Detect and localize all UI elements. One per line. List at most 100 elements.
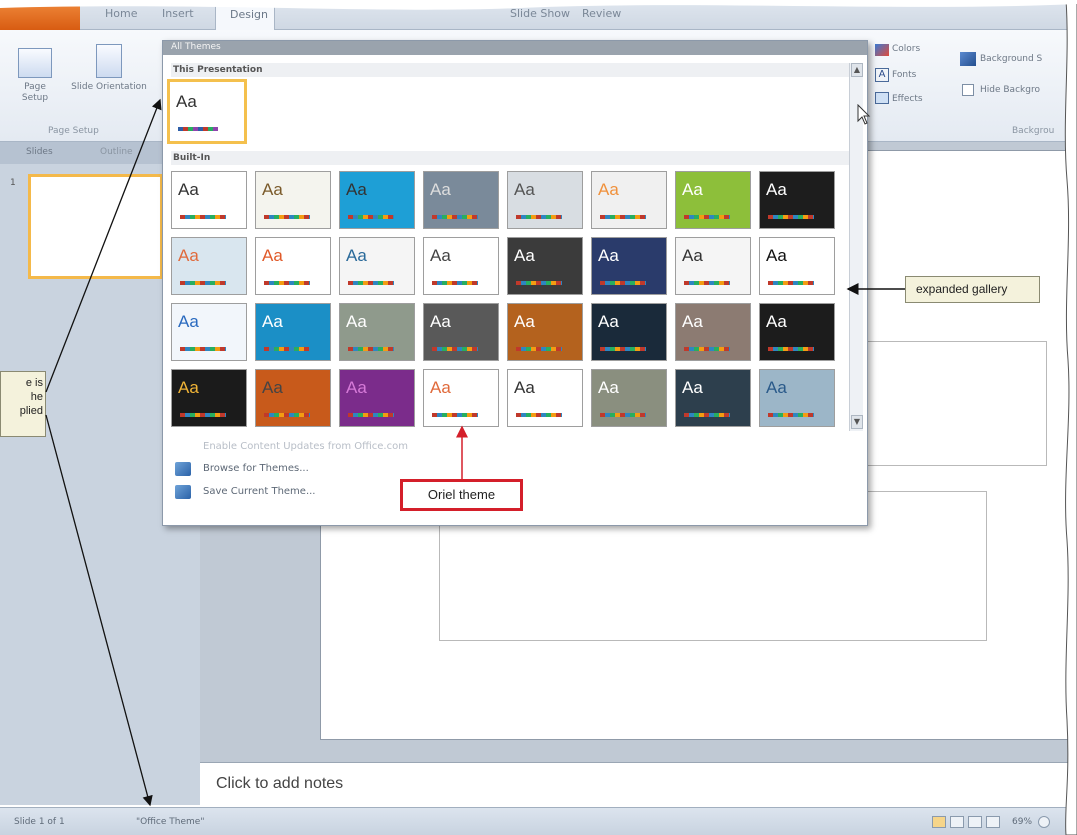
theme-color-dots [684,347,730,351]
theme-thumbnail[interactable]: Aa [675,171,751,229]
fonts-icon[interactable]: A [875,68,889,82]
theme-thumbnail[interactable]: Aa [339,369,415,427]
theme-thumbnail[interactable]: Aa [171,303,247,361]
torn-edge [1064,0,1077,835]
slide-number: 1 [10,178,16,188]
theme-thumbnail[interactable]: Aa [591,369,667,427]
save-theme-icon [175,485,191,499]
theme-thumbnail[interactable]: Aa [171,237,247,295]
theme-thumbnail-aa: Aa [178,246,199,265]
slide-orientation-button[interactable]: Slide Orientation [66,82,152,93]
normal-view-icon[interactable] [932,816,946,828]
theme-thumbnail[interactable]: Aa [255,303,331,361]
gallery-header-label[interactable]: All Themes [171,42,221,52]
current-theme-color-dots [178,127,218,131]
theme-thumbnail[interactable]: Aa [759,369,835,427]
theme-thumbnail[interactable]: Aa [507,303,583,361]
theme-thumbnail[interactable]: Aa [339,303,415,361]
theme-thumbnail[interactable]: Aa [255,369,331,427]
scroll-down-icon[interactable]: ▼ [851,415,863,429]
zoom-level[interactable]: 69% [1012,817,1032,827]
background-styles-icon[interactable] [960,52,976,66]
slide-show-view-icon[interactable] [986,816,1000,828]
theme-thumbnail[interactable]: Aa [255,171,331,229]
theme-thumbnail-aa: Aa [262,180,283,199]
theme-thumbnail[interactable]: Aa [171,369,247,427]
hide-background-checkbox[interactable] [962,84,974,96]
theme-thumbnail-aa: Aa [682,246,703,265]
page-setup-icon[interactable] [18,48,52,78]
theme-thumbnail[interactable]: Aa [675,303,751,361]
theme-color-dots [768,215,814,219]
scroll-up-icon[interactable]: ▲ [851,63,863,77]
theme-thumbnail[interactable]: Aa [171,171,247,229]
theme-thumbnail[interactable]: Aa [591,171,667,229]
theme-thumbnail-aa: Aa [430,312,451,331]
theme-color-dots [348,281,394,285]
current-theme-aa: Aa [176,92,197,111]
theme-thumbnail[interactable]: Aa [423,303,499,361]
mouse-pointer-icon [857,104,871,125]
effects-icon[interactable] [875,92,889,104]
theme-color-dots [516,281,562,285]
browse-themes-icon [175,462,191,476]
fonts-button[interactable]: Fonts [892,70,916,81]
theme-thumbnail[interactable]: Aa [339,171,415,229]
theme-thumbnail[interactable]: Aa [507,369,583,427]
powerpoint-window: Home Insert Design Slide Show Review Pag… [0,0,1077,835]
theme-color-dots [516,413,562,417]
theme-thumbnail-aa: Aa [598,246,619,265]
effects-button[interactable]: Effects [892,94,923,105]
theme-thumbnail-aa: Aa [514,180,535,199]
zoom-out-icon[interactable] [1038,816,1050,828]
slide-thumbnail[interactable] [28,174,163,279]
group-background-label: Backgrou [1012,126,1055,136]
theme-color-dots [432,413,478,417]
theme-thumbnail-aa: Aa [682,312,703,331]
background-styles-button[interactable]: Background S [980,54,1042,65]
theme-color-dots [180,281,226,285]
notes-pane[interactable]: Click to add notes [200,762,1077,807]
page-setup-button[interactable]: Page Setup [10,82,60,104]
callout-left-partial: e is he plied [0,371,46,437]
colors-icon[interactable] [875,44,889,56]
menu-save-current-theme[interactable]: Save Current Theme... [203,486,316,497]
theme-thumbnail[interactable]: Aa [675,369,751,427]
colors-button[interactable]: Colors [892,44,920,55]
tab-slides[interactable]: Slides [26,147,53,157]
theme-thumbnail-aa: Aa [430,378,451,397]
reading-view-icon[interactable] [968,816,982,828]
theme-thumbnail-aa: Aa [598,312,619,331]
theme-thumbnail[interactable]: Aa [591,303,667,361]
tab-outline[interactable]: Outline [100,147,133,157]
status-theme-name[interactable]: "Office Theme" [136,817,204,827]
theme-thumbnail-aa: Aa [178,180,199,199]
theme-thumbnail[interactable]: Aa [423,369,499,427]
slide-sorter-view-icon[interactable] [950,816,964,828]
hide-background-label: Hide Backgro [980,85,1040,95]
theme-color-dots [264,215,310,219]
theme-thumbnail[interactable]: Aa [507,237,583,295]
menu-browse-themes[interactable]: Browse for Themes... [203,463,309,474]
theme-thumbnail-aa: Aa [430,180,451,199]
theme-thumbnail-aa: Aa [178,378,199,397]
theme-thumbnail[interactable]: Aa [591,237,667,295]
theme-thumbnail[interactable]: Aa [759,303,835,361]
theme-thumbnail[interactable]: Aa [423,171,499,229]
theme-thumbnail[interactable]: Aa [759,237,835,295]
theme-color-dots [264,413,310,417]
current-theme-thumbnail[interactable]: Aa [167,79,247,144]
theme-color-dots [348,347,394,351]
theme-color-dots [768,347,814,351]
theme-thumbnail[interactable]: Aa [255,237,331,295]
theme-thumbnail[interactable]: Aa [759,171,835,229]
section-this-presentation: This Presentation [171,63,851,77]
group-page-setup-label: Page Setup [48,126,99,136]
theme-thumbnail[interactable]: Aa [423,237,499,295]
theme-thumbnail[interactable]: Aa [339,237,415,295]
theme-thumbnail[interactable]: Aa [675,237,751,295]
callout-left-line-1: e is [25,377,43,389]
theme-thumbnail[interactable]: Aa [507,171,583,229]
slide-orientation-icon[interactable] [96,44,122,78]
status-slide-info: Slide 1 of 1 [14,817,65,827]
